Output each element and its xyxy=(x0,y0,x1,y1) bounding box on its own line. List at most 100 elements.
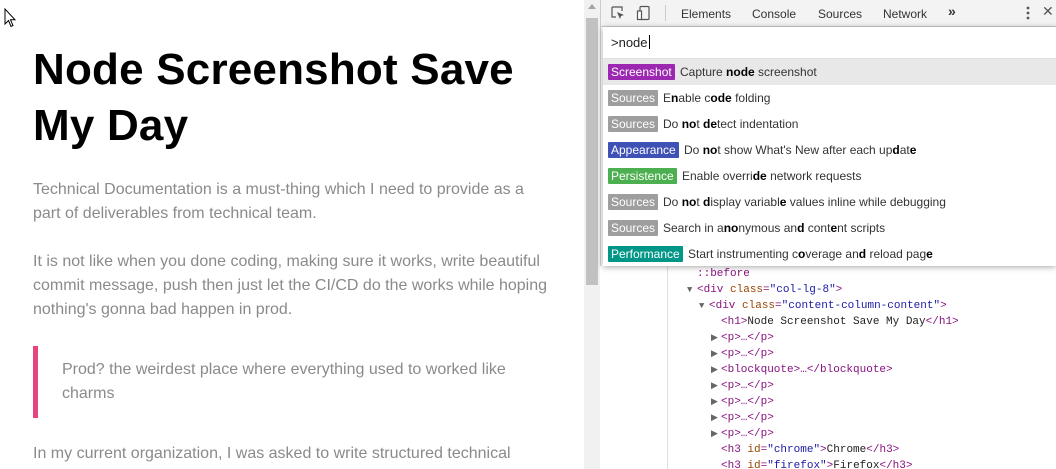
tree-node-p[interactable]: ▶ <p>…</p> xyxy=(711,426,774,442)
tag-close: </h3> xyxy=(879,460,913,469)
collapsed-node: <p>…</p> xyxy=(721,332,774,344)
tag-name: div xyxy=(703,284,724,296)
kebab-menu-icon[interactable] xyxy=(1026,5,1030,21)
tag-open: <h1> xyxy=(721,316,748,328)
command-category-badge: Sources xyxy=(608,194,659,210)
scrollbar-thumb[interactable] xyxy=(586,18,598,285)
tree-node-div-content[interactable]: ▼ <div class="content-column-content"> xyxy=(699,298,947,314)
command-title: Start instrumenting coverage and reload … xyxy=(688,247,933,261)
command-category-badge: Persistence xyxy=(608,168,677,184)
tree-node-p[interactable]: ▶ <p>…</p> xyxy=(711,394,774,410)
collapsed-triangle-icon[interactable]: ▶ xyxy=(711,330,721,346)
tree-node-blockquote[interactable]: ▶ <blockquote>…</blockquote> xyxy=(711,362,893,378)
tag-name: h3 xyxy=(727,460,741,469)
article-paragraph: Technical Documentation is a must-thing … xyxy=(33,181,524,222)
collapsed-triangle-icon[interactable]: ▶ xyxy=(711,426,721,442)
command-item[interactable]: Sources Enable code folding xyxy=(603,85,1056,111)
toolbar-separator xyxy=(665,5,666,21)
tag-name: div xyxy=(715,300,736,312)
devtools-toolbar: Elements Console Sources Network » ✕ xyxy=(601,0,1056,27)
close-devtools-icon[interactable]: ✕ xyxy=(1042,3,1054,20)
command-item[interactable]: Persistence Enable override network reque… xyxy=(603,163,1056,189)
command-category-badge: Sources xyxy=(608,90,659,106)
more-tabs-chevron-icon[interactable]: » xyxy=(948,3,956,19)
tree-node-h1[interactable]: <h1>Node Screenshot Save My Day</h1> xyxy=(721,314,959,330)
command-menu: >node Screenshot Capture node screenshot S… xyxy=(603,27,1056,266)
command-category-badge: Sources xyxy=(608,116,659,132)
tab-sources[interactable]: Sources xyxy=(818,7,862,21)
collapsed-node: <blockquote>…</blockquote> xyxy=(721,364,893,376)
attr-value: "col-lg-8" xyxy=(769,284,836,296)
node-text: Firefox xyxy=(833,460,880,469)
collapsed-triangle-icon[interactable]: ▶ xyxy=(711,378,721,394)
node-text: Node Screenshot Save My Day xyxy=(747,316,926,328)
command-title: Capture node screenshot xyxy=(680,65,817,79)
inspect-element-icon[interactable] xyxy=(610,5,626,21)
expanded-triangle-icon[interactable]: ▼ xyxy=(687,282,697,298)
tab-network[interactable]: Network xyxy=(883,7,927,21)
collapsed-node: <p>…</p> xyxy=(721,380,774,392)
tree-node-p[interactable]: ▶ <p>…</p> xyxy=(711,330,774,346)
scroll-up-arrow-icon[interactable] xyxy=(588,4,596,9)
command-input[interactable]: >node xyxy=(603,27,1056,59)
device-toolbar-icon[interactable] xyxy=(636,5,652,21)
article-paragraph: In my current organization, I was asked … xyxy=(33,445,511,462)
command-item[interactable]: Sources Do not display variable values in… xyxy=(603,189,1056,215)
blockquote: Prod? the weirdest place where everythin… xyxy=(33,346,533,418)
attr-name: id xyxy=(747,444,761,456)
command-category-badge: Appearance xyxy=(608,142,679,158)
collapsed-triangle-icon[interactable]: ▶ xyxy=(711,410,721,426)
tree-node-h3-chrome[interactable]: <h3 id="chrome">Chrome</h3> xyxy=(721,442,899,458)
command-item[interactable]: Screenshot Capture node screenshot xyxy=(603,59,1056,85)
command-item[interactable]: Sources Search in anonymous and content s… xyxy=(603,215,1056,241)
command-title: Search in anonymous and content scripts xyxy=(663,221,886,235)
tag-close: </h1> xyxy=(925,316,959,328)
collapsed-node: <p>…</p> xyxy=(721,348,774,360)
article-paragraph: It is not like when you done coding, mak… xyxy=(33,253,548,318)
article: Node Screenshot Save My Day Technical Do… xyxy=(33,42,548,462)
blockquote-text: Prod? the weirdest place where everythin… xyxy=(62,361,506,402)
command-title: Enable code folding xyxy=(663,91,771,105)
collapsed-node: <p>…</p> xyxy=(721,412,774,424)
collapsed-node: <p>…</p> xyxy=(721,428,774,440)
expanded-triangle-icon[interactable]: ▼ xyxy=(699,298,709,314)
collapsed-triangle-icon[interactable]: ▶ xyxy=(711,394,721,410)
tree-node-p[interactable]: ▶ <p>…</p> xyxy=(711,410,774,426)
command-title: Enable override network requests xyxy=(682,169,862,183)
tree-node-div-col[interactable]: ▼ <div class="col-lg-8"> xyxy=(687,282,842,298)
tree-guide-line xyxy=(667,266,668,469)
tree-node-p[interactable]: ▶ <p>…</p> xyxy=(711,378,774,394)
node-text: Chrome xyxy=(826,444,867,456)
mouse-cursor-icon xyxy=(4,8,17,28)
command-category-badge: Performance xyxy=(608,246,683,262)
command-category-badge: Sources xyxy=(608,220,659,236)
command-title: Do not detect indentation xyxy=(663,117,799,131)
command-item[interactable]: Performance Start instrumenting coverage … xyxy=(603,241,1056,267)
attr-name: id xyxy=(747,460,761,469)
tree-node-h3-firefox[interactable]: <h3 id="firefox">Firefox</h3> xyxy=(721,458,913,469)
command-title: Do not display variable values inline wh… xyxy=(663,195,946,209)
collapsed-node: <p>…</p> xyxy=(721,396,774,408)
page-scrollbar[interactable] xyxy=(584,0,600,469)
attr-value: "firefox" xyxy=(767,460,827,469)
tag-name: h3 xyxy=(727,444,741,456)
text-caret xyxy=(648,35,650,49)
tab-elements[interactable]: Elements xyxy=(681,7,731,21)
collapsed-triangle-icon[interactable]: ▶ xyxy=(711,346,721,362)
command-item[interactable]: Appearance Do not show What's New after e… xyxy=(603,137,1056,163)
blockquote-bar xyxy=(33,346,38,418)
command-title: Do not show What's New after each update xyxy=(684,143,917,157)
tree-node-before[interactable]: ::before xyxy=(697,266,750,282)
tab-console[interactable]: Console xyxy=(752,7,796,21)
web-page: Node Screenshot Save My Day Technical Do… xyxy=(0,0,584,469)
attr-name: class xyxy=(730,284,764,296)
command-input-text[interactable]: >node xyxy=(611,35,650,50)
tree-node-p[interactable]: ▶ <p>…</p> xyxy=(711,346,774,362)
attr-value: "chrome" xyxy=(767,444,821,456)
command-category-badge: Screenshot xyxy=(608,64,675,80)
pseudo-element-label: ::before xyxy=(697,268,750,280)
tag-close: </h3> xyxy=(866,444,900,456)
elements-tree: ::before ▼ <div class="col-lg-8"> ▼ <div c… xyxy=(600,266,1056,469)
collapsed-triangle-icon[interactable]: ▶ xyxy=(711,362,721,378)
command-item[interactable]: Sources Do not detect indentation xyxy=(603,111,1056,137)
